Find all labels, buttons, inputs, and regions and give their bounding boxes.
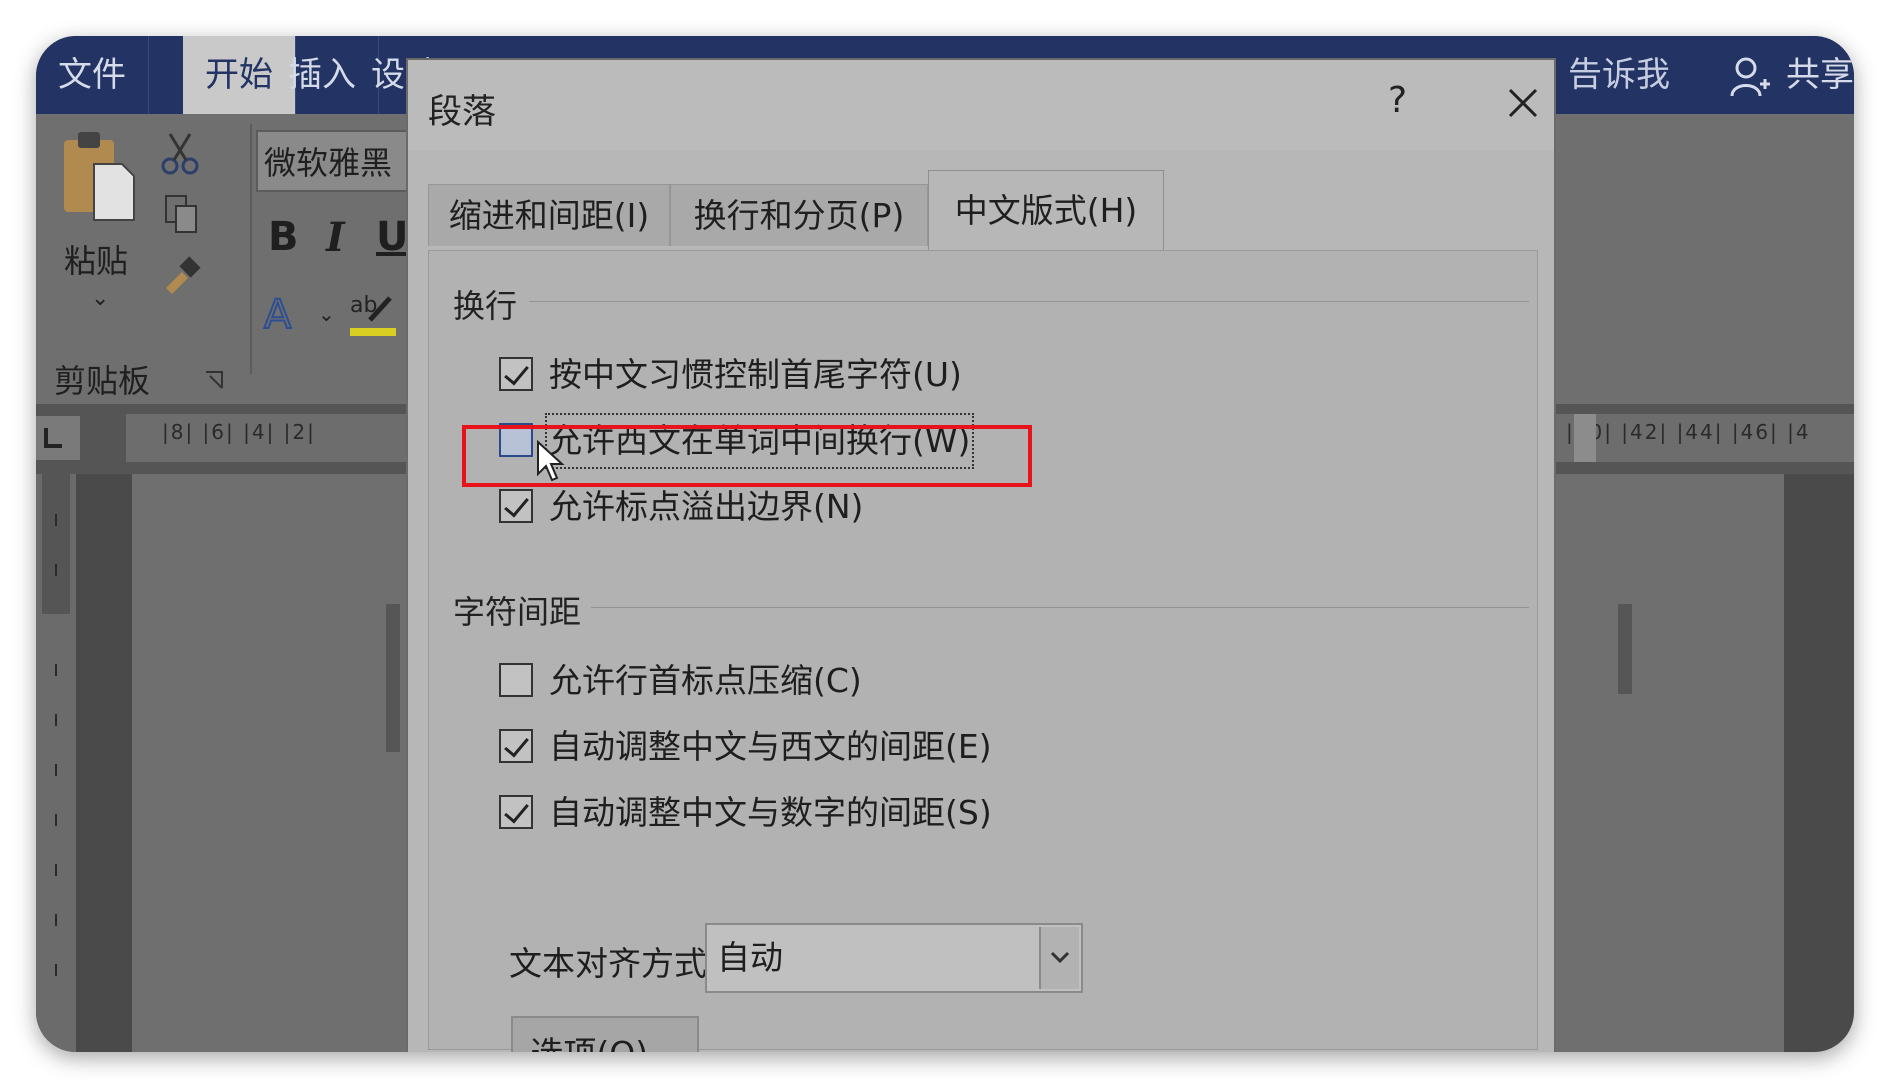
checkbox-compress-punctuation[interactable] bbox=[499, 663, 533, 697]
share-button[interactable]: 共享 bbox=[1776, 36, 1854, 114]
checkbox-auto-space-latin[interactable] bbox=[499, 729, 533, 763]
ruler-ticks-right: |40| |42| |44| |46| |4 bbox=[1566, 420, 1811, 444]
chevron-down-icon[interactable] bbox=[1039, 927, 1079, 989]
paste-icon[interactable] bbox=[60, 130, 140, 226]
format-painter-icon[interactable] bbox=[162, 254, 202, 294]
text-effects-icon[interactable]: A bbox=[262, 290, 302, 339]
copy-icon[interactable] bbox=[164, 194, 200, 234]
bold-button[interactable]: B bbox=[268, 214, 299, 260]
dialog-title: 段落 bbox=[428, 92, 496, 132]
tell-me-text[interactable]: 告诉我 bbox=[1546, 36, 1692, 114]
checkbox-label[interactable]: 自动调整中文与西文的间距(E) bbox=[549, 723, 992, 771]
checkbox-control-first-last-chars[interactable] bbox=[499, 357, 533, 391]
window-frame: 文件 开始 插入 设计 告诉我 共享 粘贴 ⌄ 剪贴板 微软雅黑 B I U A… bbox=[36, 36, 1854, 1052]
checkbox-label[interactable]: 允许行首标点压缩(C) bbox=[549, 657, 862, 705]
right-indent-marker[interactable] bbox=[1574, 414, 1596, 462]
cut-icon[interactable] bbox=[160, 132, 200, 176]
mouse-cursor-icon bbox=[536, 439, 566, 484]
char-spacing-section-title: 字符间距 bbox=[453, 587, 592, 633]
checkbox-label[interactable]: 自动调整中文与数字的间距(S) bbox=[549, 789, 992, 837]
dialog-tabs: 缩进和间距(I) 换行和分页(P) 中文版式(H) bbox=[428, 170, 1538, 250]
line-break-section-title: 换行 bbox=[453, 281, 528, 327]
tab-panel: 换行 按中文习惯控制首尾字符(U) 允许西文在单词中间换行(W) 允许标点溢出边… bbox=[428, 250, 1538, 1052]
font-name-input[interactable]: 微软雅黑 bbox=[256, 130, 426, 192]
text-highlight-left bbox=[386, 604, 400, 752]
tab-line-page-breaks[interactable]: 换行和分页(P) bbox=[670, 184, 928, 246]
section-divider bbox=[589, 607, 1529, 608]
section-divider bbox=[529, 301, 1529, 302]
ruler-ticks-left: |8| |6| |4| |2| bbox=[162, 420, 316, 444]
italic-button[interactable]: I bbox=[326, 214, 345, 261]
checkbox-label[interactable]: 允许标点溢出边界(N) bbox=[549, 483, 863, 531]
checkbox-auto-space-numbers[interactable] bbox=[499, 795, 533, 829]
text-align-value: 自动 bbox=[717, 938, 783, 977]
paragraph-dialog: 段落 ? 缩进和间距(I) 换行和分页(P) 中文版式(H) 换行 按中文习惯控… bbox=[406, 58, 1556, 1052]
dialog-title-bar: 段落 ? bbox=[408, 60, 1554, 150]
options-button[interactable]: 选项(O)... bbox=[511, 1016, 699, 1052]
close-icon[interactable] bbox=[1498, 78, 1548, 128]
checkbox-label[interactable]: 按中文习惯控制首尾字符(U) bbox=[549, 351, 962, 399]
chevron-down-icon[interactable]: ⌄ bbox=[318, 302, 335, 326]
user-icon bbox=[1730, 54, 1770, 98]
svg-text:A: A bbox=[264, 292, 292, 334]
tab-stop-selector[interactable] bbox=[36, 416, 80, 460]
paste-label[interactable]: 粘贴 bbox=[64, 236, 128, 282]
ribbon-separator bbox=[250, 124, 252, 374]
text-align-select[interactable]: 自动 bbox=[705, 923, 1083, 993]
chevron-down-icon[interactable]: ⌄ bbox=[91, 286, 109, 311]
text-highlight-right bbox=[1618, 604, 1632, 694]
underline-button[interactable]: U bbox=[376, 214, 408, 260]
checkbox-allow-hanging-punctuation[interactable] bbox=[499, 489, 533, 523]
help-button[interactable]: ? bbox=[1388, 80, 1407, 121]
tab-asian-typography[interactable]: 中文版式(H) bbox=[928, 170, 1164, 250]
dialog-launcher-icon[interactable] bbox=[204, 370, 224, 390]
vertical-ruler bbox=[36, 474, 76, 1052]
menu-file[interactable]: 文件 bbox=[36, 36, 149, 114]
highlight-color-icon[interactable]: ab bbox=[350, 290, 396, 338]
clipboard-group-label: 剪贴板 bbox=[54, 362, 151, 400]
tab-indent-spacing[interactable]: 缩进和间距(I) bbox=[428, 184, 670, 246]
